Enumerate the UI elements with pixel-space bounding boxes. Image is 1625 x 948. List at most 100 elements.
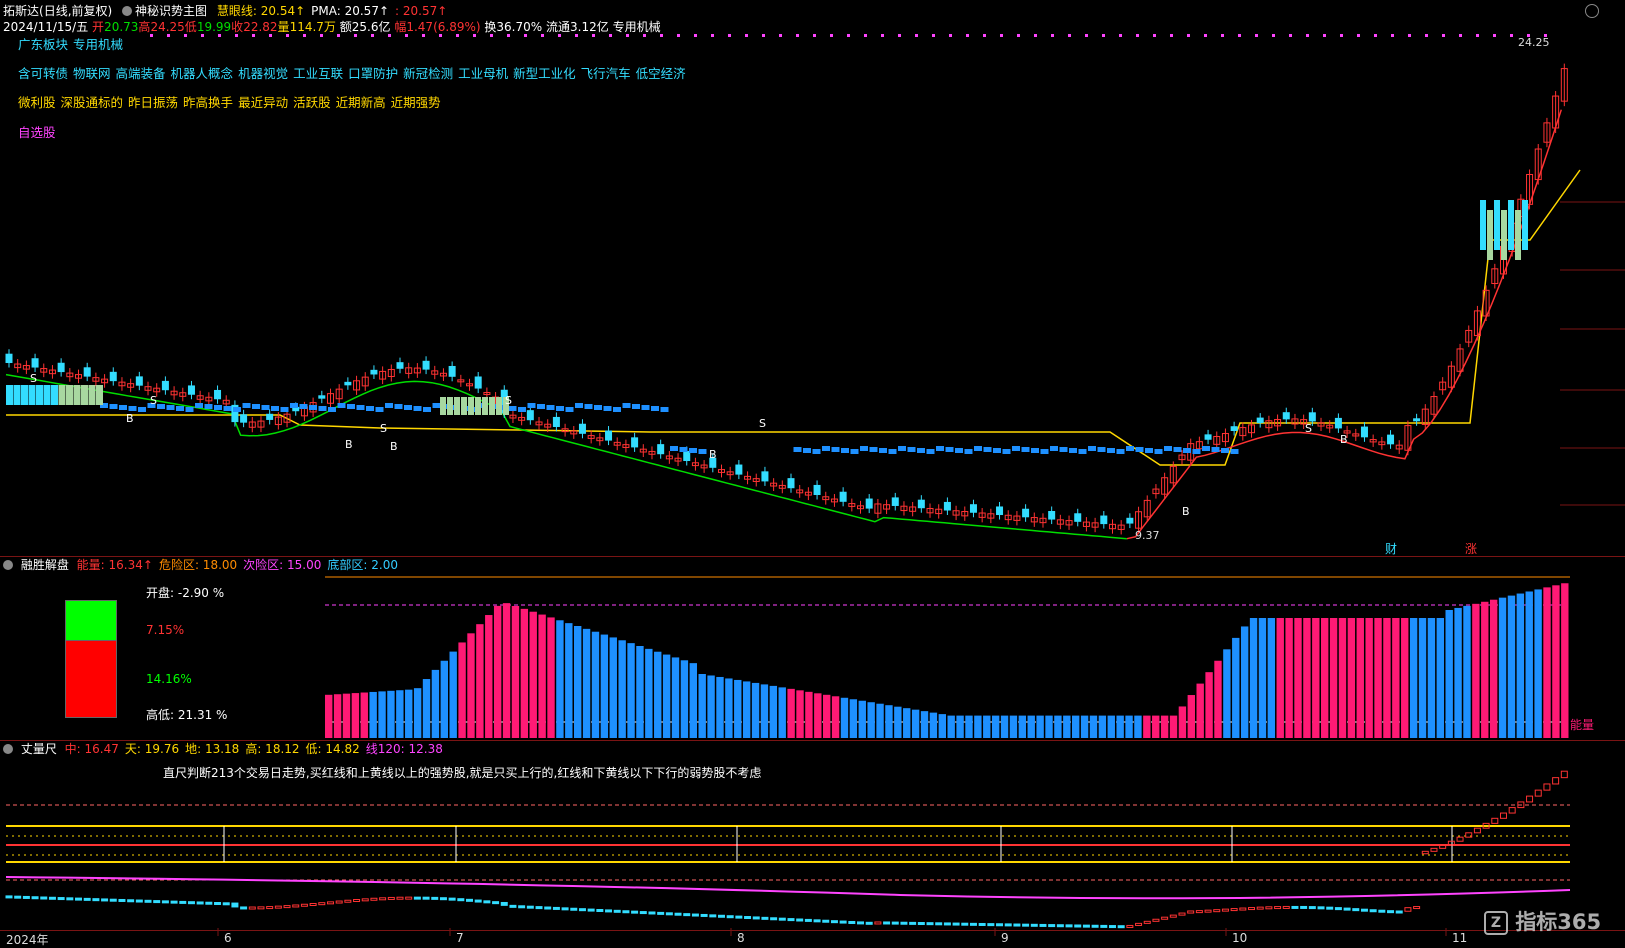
signal-box bbox=[454, 397, 460, 415]
chip-bar bbox=[983, 447, 992, 452]
quote-turn: 36.70% bbox=[496, 20, 543, 34]
concept-tag[interactable]: 含可转债 bbox=[18, 66, 68, 81]
concept-tag[interactable]: 专用机械 bbox=[73, 37, 123, 52]
energy-bar bbox=[1089, 715, 1098, 738]
sub1-value-item: 次险区: 15.00 bbox=[243, 558, 322, 572]
energy-bar bbox=[654, 651, 662, 738]
quote-industry[interactable]: 专用机械 bbox=[613, 20, 661, 34]
candle-body bbox=[240, 414, 248, 423]
concept-tag[interactable]: 新冠检测 bbox=[403, 66, 453, 81]
concept-tag[interactable]: 深股通标的 bbox=[61, 95, 124, 110]
sub2-name[interactable]: 丈量尺 bbox=[21, 742, 57, 756]
chip-bar bbox=[660, 407, 669, 412]
buy-marker: B bbox=[390, 440, 398, 453]
mini-candle bbox=[1369, 909, 1377, 913]
buy-marker: B bbox=[1182, 505, 1190, 518]
energy-bar bbox=[1516, 593, 1525, 738]
mini-candle bbox=[535, 906, 543, 910]
sub2-note: 直尺判断213个交易日走势,买红线和上黄线以上的强势股,就是只买上行的,红线和下… bbox=[163, 766, 762, 780]
mini-candle bbox=[735, 915, 743, 919]
indicator-menu-icon[interactable] bbox=[122, 6, 133, 16]
stock-name[interactable]: 拓斯达 bbox=[3, 4, 39, 18]
energy-bar bbox=[1072, 715, 1080, 738]
mini-candle bbox=[422, 896, 430, 900]
energy-bar bbox=[1160, 715, 1169, 738]
open-change-label: 开盘: bbox=[146, 586, 175, 600]
top-dot-marker bbox=[898, 34, 901, 37]
mini-candle bbox=[1508, 807, 1516, 814]
energy-bar bbox=[671, 657, 680, 738]
energy-bar bbox=[760, 684, 769, 738]
energy-bar bbox=[1267, 618, 1276, 738]
concept-tag[interactable]: 近期新高 bbox=[336, 95, 386, 110]
energy-bar bbox=[1143, 715, 1151, 738]
concept-tag[interactable]: 低空经济 bbox=[636, 66, 686, 81]
candle-body bbox=[1413, 418, 1421, 422]
sub1-name[interactable]: 融胜解盘 bbox=[21, 558, 69, 572]
concept-tag[interactable]: 昨高换手 bbox=[183, 95, 233, 110]
main-indicator-value-item: PMA: 20.57↑ bbox=[311, 4, 390, 18]
chip-bar bbox=[214, 405, 222, 410]
concept-tag[interactable]: 微利股 bbox=[18, 95, 56, 110]
concept-tag[interactable]: 昨日振荡 bbox=[128, 95, 178, 110]
concept-tag[interactable]: 自选股 bbox=[18, 125, 56, 140]
chip-bar bbox=[1202, 446, 1210, 451]
candle-body bbox=[474, 376, 482, 389]
concept-tag[interactable]: 广东板块 bbox=[18, 37, 68, 52]
chip-bar bbox=[641, 405, 650, 410]
energy-bar bbox=[1036, 715, 1044, 738]
chip-bar bbox=[584, 404, 593, 409]
concept-tag[interactable]: 工业母机 bbox=[458, 66, 508, 81]
chip-bar bbox=[622, 403, 631, 408]
energy-bar bbox=[1249, 618, 1258, 738]
chip-bar bbox=[575, 403, 583, 408]
concept-tag[interactable]: 最近异动 bbox=[238, 95, 288, 110]
top-dot-marker bbox=[1187, 34, 1190, 37]
mini-candle bbox=[717, 914, 725, 918]
top-dot-marker bbox=[1289, 34, 1292, 37]
mini-candle bbox=[1256, 906, 1264, 910]
concept-tag[interactable]: 新型工业化 bbox=[513, 66, 576, 81]
energy-bar bbox=[858, 700, 866, 738]
chip-bar bbox=[603, 406, 612, 411]
energy-bar bbox=[920, 711, 929, 738]
concept-tag[interactable]: 飞行汽车 bbox=[581, 66, 631, 81]
concept-tag[interactable]: 口罩防护 bbox=[348, 66, 398, 81]
sub1-menu-icon[interactable] bbox=[3, 560, 13, 570]
energy-bar bbox=[1427, 618, 1436, 738]
kline-chart-area[interactable]: SSBSBSBSBSBB财涨 bbox=[0, 0, 1625, 948]
window-settings-icon[interactable] bbox=[1585, 4, 1599, 18]
red-pct: 7.15% bbox=[146, 623, 185, 637]
signal-box bbox=[1480, 200, 1486, 250]
sub2-menu-icon[interactable] bbox=[3, 744, 13, 754]
energy-bar bbox=[1152, 715, 1160, 738]
mini-candle bbox=[5, 895, 13, 899]
concept-tag[interactable]: 机器人概念 bbox=[171, 66, 234, 81]
top-dot-marker bbox=[1051, 34, 1054, 37]
energy-bar bbox=[991, 715, 1000, 738]
main-indicator-name[interactable]: 神秘识势主图 bbox=[135, 4, 207, 18]
mini-candle bbox=[75, 897, 83, 901]
quote-vol: 114.7万 bbox=[289, 20, 336, 34]
mini-candle bbox=[153, 900, 161, 904]
concept-tag[interactable]: 高端装备 bbox=[116, 66, 166, 81]
tag-row-watchlist: 自选股 bbox=[18, 125, 61, 141]
concept-tag[interactable]: 物联网 bbox=[73, 66, 111, 81]
top-dot-marker bbox=[745, 34, 748, 37]
candle-body bbox=[1204, 434, 1212, 440]
energy-bar bbox=[929, 712, 938, 738]
mini-candle bbox=[483, 900, 491, 904]
energy-bar bbox=[1258, 618, 1267, 738]
energy-bar bbox=[556, 620, 564, 738]
quote-chg-label: 幅 bbox=[394, 20, 407, 34]
x-axis-label: 8 bbox=[737, 931, 745, 945]
concept-tag[interactable]: 近期强势 bbox=[391, 95, 441, 110]
concept-tag[interactable]: 机器视觉 bbox=[238, 66, 288, 81]
signal-box bbox=[1508, 200, 1514, 250]
concept-tag[interactable]: 活跃股 bbox=[293, 95, 331, 110]
buy-marker: B bbox=[126, 412, 134, 425]
chip-bar bbox=[280, 407, 289, 412]
top-dot-marker bbox=[796, 34, 799, 37]
concept-tag[interactable]: 工业互联 bbox=[293, 66, 343, 81]
energy-bar bbox=[689, 663, 697, 738]
